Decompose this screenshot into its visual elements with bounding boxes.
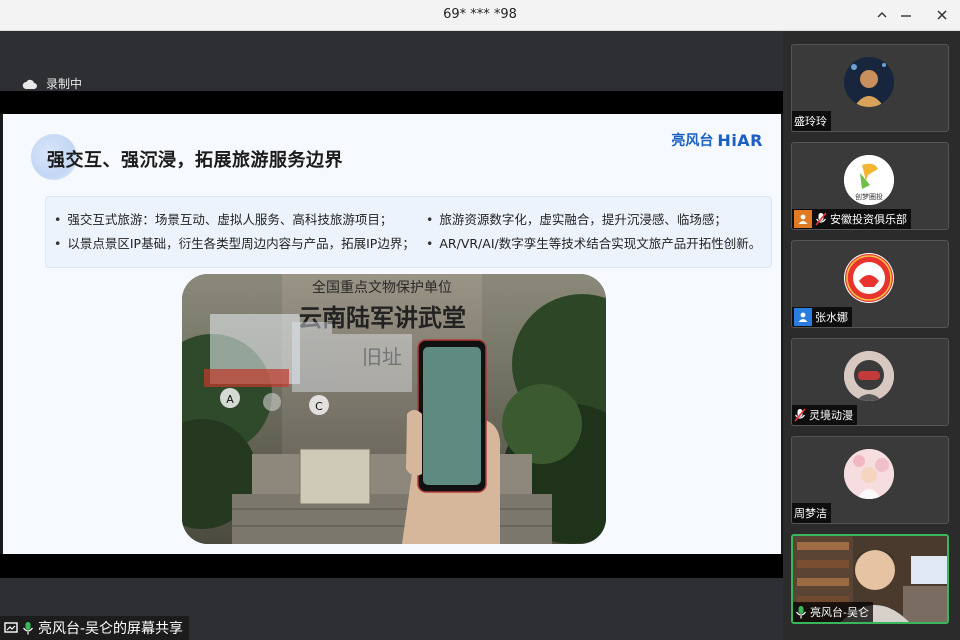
- title-bar: 69* *** *98: [0, 0, 960, 31]
- participant-name-tag: 安徽投资俱乐部: [792, 209, 911, 229]
- mic-icon: [23, 622, 33, 635]
- participant-name: 安徽投资俱乐部: [830, 213, 907, 226]
- participant-name: 亮风台-吴仑: [810, 606, 869, 619]
- close-button[interactable]: [930, 4, 954, 26]
- participant-tile[interactable]: 周梦洁: [791, 436, 949, 524]
- svg-text:A: A: [226, 393, 234, 406]
- mic-icon: [796, 606, 806, 619]
- cloud-icon: [22, 79, 37, 89]
- screen-share-label: 亮风台-吴仑的屏幕共享: [0, 616, 190, 640]
- mic-muted-icon: [794, 408, 806, 422]
- user-icon: [794, 210, 812, 228]
- slide-title-block: 强交互、强沉浸，拓展旅游服务边界: [31, 134, 343, 180]
- participant-name-tag: 周梦洁: [792, 503, 831, 523]
- participant-name-tag: 盛玲玲: [792, 111, 831, 131]
- avatar: [844, 253, 894, 303]
- participant-name-tag: 张水娜: [792, 307, 852, 327]
- participant-name: 周梦洁: [794, 507, 827, 520]
- pin-icon[interactable]: [870, 4, 894, 26]
- participant-name: 灵境动漫: [809, 409, 853, 422]
- avatar: [844, 351, 894, 401]
- avatar: [844, 57, 894, 107]
- participant-tile[interactable]: 张水娜: [791, 240, 949, 328]
- letterbox-bottom: [0, 554, 783, 578]
- mic-muted-icon: [815, 212, 827, 226]
- avatar: [844, 449, 894, 499]
- svg-text:C: C: [315, 400, 323, 413]
- window-title: 69* *** *98: [443, 7, 517, 22]
- brand-logo: 亮风台 HiAR: [671, 130, 763, 150]
- brand-en: HiAR: [717, 130, 763, 150]
- bullet-item: 强交互式旅游：场景互动、虚拟人服务、高科技旅游项目；: [54, 209, 392, 228]
- bullet-item: AR/VR/AI/数字孪生等技术结合实现文旅产品开拓性创新。: [426, 233, 761, 252]
- participant-name-tag: 亮风台-吴仑: [793, 602, 873, 622]
- participant-name: 盛玲玲: [794, 115, 827, 128]
- recording-strip: 录制中: [0, 31, 783, 91]
- share-label-text: 亮风台-吴仑的屏幕共享: [38, 621, 184, 637]
- participant-tile-active[interactable]: 亮风台-吴仑: [791, 534, 949, 624]
- participant-tile[interactable]: 盛玲玲: [791, 44, 949, 132]
- bullet-item: 旅游资源数字化，虚实融合，提升沉浸感、临场感；: [426, 209, 727, 228]
- bullet-box: 强交互式旅游：场景互动、虚拟人服务、高科技旅游项目； 旅游资源数字化，虚实融合，…: [45, 196, 772, 268]
- slide-title: 强交互、强沉浸，拓展旅游服务边界: [47, 150, 343, 171]
- participant-tile[interactable]: 创梦圈投 安徽投资俱乐部: [791, 142, 949, 230]
- bullet-item: 以景点景区IP基础，衍生各类型周边内容与产品，拓展IP边界；: [54, 233, 414, 252]
- letterbox-top: [0, 91, 783, 114]
- shared-screen: 录制中 强交互、强沉浸，拓展旅游服务边界 亮风台 HiAR 强交互式旅游：场景互…: [0, 31, 783, 640]
- recording-label: 录制中: [46, 77, 83, 91]
- participant-name-tag: 灵境动漫: [792, 405, 857, 425]
- user-icon: [794, 308, 812, 326]
- sign-line-1: 全国重点文物保护单位: [312, 279, 452, 296]
- ar-demo-photo: 全国重点文物保护单位 云南陆军讲武堂 旧址 A C: [182, 274, 606, 544]
- maximize-button[interactable]: [900, 4, 924, 26]
- presentation-slide: 强交互、强沉浸，拓展旅游服务边界 亮风台 HiAR 强交互式旅游：场景互动、虚拟…: [3, 114, 781, 554]
- participant-panel: 盛玲玲 创梦圈投 安徽投资俱乐部 张水娜 灵境动漫 周梦洁 亮风台-吴仑: [783, 31, 960, 640]
- brand-cn: 亮风台: [671, 133, 714, 149]
- screen-share-icon: [4, 622, 18, 633]
- avatar: 创梦圈投: [844, 155, 894, 205]
- recording-indicator: 录制中: [22, 75, 82, 92]
- participant-tile[interactable]: 灵境动漫: [791, 338, 949, 426]
- avatar-text: 创梦圈投: [855, 192, 883, 201]
- participant-name: 张水娜: [815, 311, 848, 324]
